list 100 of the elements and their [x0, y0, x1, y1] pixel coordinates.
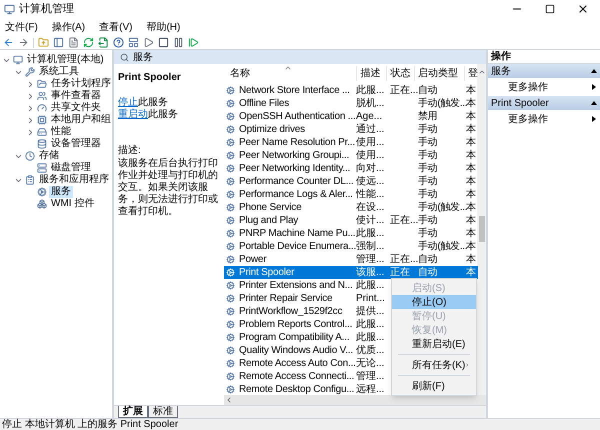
chevron-right-icon[interactable] — [26, 80, 35, 88]
window-icon[interactable] — [128, 37, 139, 48]
table-cell: 本 — [466, 267, 476, 278]
service-name-cell[interactable]: Print Spooler — [237, 266, 354, 279]
tree-item[interactable]: WMI 控件 — [49, 198, 96, 210]
chevron-right-icon[interactable] — [26, 116, 35, 124]
column-header[interactable]: 状态 — [387, 66, 416, 81]
service-name-cell[interactable]: Network Store Interface ... — [237, 84, 354, 97]
tree-item[interactable]: 磁盘管理 — [49, 162, 93, 174]
service-name-cell[interactable]: Remote Access Auto Con... — [237, 357, 354, 370]
table-cell-text: 使用... — [355, 136, 386, 149]
menu-option[interactable]: 刷新(F) — [392, 379, 476, 393]
service-action-link[interactable]: 重启动 — [118, 109, 148, 120]
table-cell-text: 使远... — [355, 175, 386, 188]
tree-item[interactable]: 任务计划程序 — [49, 78, 113, 90]
action-section-header[interactable]: 服务 — [488, 64, 600, 78]
column-header[interactable]: 登 — [465, 66, 477, 81]
tree-item[interactable]: 服务 — [49, 186, 73, 198]
view-tab[interactable]: 扩展 — [118, 406, 148, 418]
chevron-right-icon[interactable] — [26, 128, 35, 136]
column-header[interactable]: 启动类型 — [415, 66, 465, 81]
tree-item[interactable]: 设备管理器 — [49, 138, 103, 150]
service-name-cell[interactable]: Plug and Play — [237, 214, 354, 227]
service-name-cell[interactable]: Portable Device Enumera... — [237, 240, 354, 253]
forward-icon[interactable] — [18, 37, 29, 48]
caret-up-icon[interactable] — [591, 69, 597, 73]
service-name-cell[interactable]: Offline Files — [237, 97, 354, 110]
service-name-cell[interactable]: OpenSSH Authentication ... — [237, 110, 354, 123]
service-name-cell[interactable]: PrintWorkflow_1529f2cc — [237, 305, 354, 318]
help-icon[interactable] — [113, 37, 124, 48]
menu-item[interactable]: 文件(F) — [5, 20, 38, 34]
maximize-icon[interactable] — [545, 4, 555, 14]
menu-item[interactable]: 查看(V) — [99, 20, 132, 34]
tree-item[interactable]: 共享文件夹 — [49, 102, 103, 114]
tree-item[interactable]: 计算机管理(本地) — [25, 54, 106, 66]
service-name-cell[interactable]: Remote Desktop Configu... — [237, 383, 354, 396]
service-name-cell[interactable]: Remote Access Connecti... — [237, 370, 354, 383]
gear-icon — [226, 229, 235, 238]
table-cell: 本 — [466, 202, 476, 213]
scroll-thumb[interactable] — [478, 216, 484, 242]
tree-item[interactable]: 本地用户和组 — [49, 114, 113, 126]
menu-item[interactable]: 帮助(H) — [146, 20, 180, 34]
service-name-cell[interactable]: Printer Extensions and N... — [237, 279, 354, 292]
gauge-icon — [37, 103, 47, 113]
service-action-link[interactable]: 停止 — [118, 97, 138, 108]
pause-icon[interactable] — [173, 37, 184, 48]
table-cell-text: 脱机... — [355, 97, 386, 110]
service-name-cell[interactable]: Peer Networking Groupi... — [237, 149, 354, 162]
service-name-cell[interactable]: Quality Windows Audio V... — [237, 344, 354, 357]
service-name-cell[interactable]: Printer Repair Service — [237, 292, 354, 305]
gear-icon — [226, 359, 235, 368]
view-tab[interactable]: 标准 — [148, 406, 178, 418]
menu-option[interactable]: 重新启动(E) — [392, 337, 476, 351]
menu-item[interactable]: 操作(A) — [52, 20, 86, 34]
chevron-right-icon[interactable] — [26, 92, 35, 100]
table-cell: 自动 — [418, 254, 438, 265]
stop-icon[interactable] — [158, 37, 169, 48]
service-name-cell[interactable]: Phone Service — [237, 201, 354, 214]
service-name-cell[interactable]: Power — [237, 253, 354, 266]
table-cell-text: 此服... — [355, 84, 386, 97]
tree-item[interactable]: 性能 — [49, 126, 73, 138]
tree-item[interactable]: 服务和应用程序 — [37, 174, 111, 186]
action-item[interactable]: 更多操作 — [488, 78, 600, 96]
service-name-cell[interactable]: Peer Name Resolution Pr... — [237, 136, 354, 149]
scroll-up-icon[interactable] — [478, 68, 486, 76]
play-icon[interactable] — [143, 37, 154, 48]
service-title: Print Spooler — [118, 71, 182, 85]
table-cell: 手动 — [418, 137, 438, 148]
scroll-left-icon[interactable] — [225, 396, 233, 404]
drive-icon — [37, 127, 47, 137]
service-name-cell[interactable]: Performance Counter DL... — [237, 175, 354, 188]
close-icon[interactable] — [577, 3, 589, 15]
export-icon[interactable] — [98, 37, 109, 48]
service-name-cell[interactable]: Optimize drives — [237, 123, 354, 136]
chevron-right-icon[interactable] — [26, 104, 35, 112]
tree-item[interactable]: 事件查看器 — [49, 90, 103, 102]
service-name-cell[interactable]: PNRP Machine Name Pu... — [237, 227, 354, 240]
back-icon[interactable] — [3, 37, 14, 48]
refresh-icon[interactable] — [83, 37, 94, 48]
document-icon[interactable] — [68, 37, 79, 48]
menu-option[interactable]: 所有任务(K) — [392, 358, 476, 372]
action-item[interactable]: 更多操作 — [488, 110, 600, 128]
service-name-cell[interactable]: Performance Logs & Aler... — [237, 188, 354, 201]
table-cell: 手动 — [418, 189, 438, 200]
restart-icon[interactable] — [188, 37, 199, 48]
service-name-cell[interactable]: Program Compatibility A... — [237, 331, 354, 344]
panel-icon[interactable] — [53, 37, 64, 48]
column-header[interactable]: 描述 — [357, 66, 388, 81]
menu-option[interactable]: 停止(O) — [392, 295, 476, 309]
caret-up-icon[interactable] — [591, 101, 597, 105]
table-cell-text: Print... — [355, 292, 386, 305]
service-name-cell[interactable]: Problem Reports Control... — [237, 318, 354, 331]
description-text: 该服务在后台执行打印作业并处理与打印机的交互。如果关闭该服务，则无法进行打印或查看打印机。 — [118, 158, 219, 218]
vertical-scrollbar[interactable] — [477, 64, 486, 395]
tree-item[interactable]: 系统工具 — [37, 66, 81, 78]
service-name-cell[interactable]: Peer Networking Identity... — [237, 162, 354, 175]
column-header[interactable]: 名称 — [224, 66, 358, 81]
horizontal-scrollbar[interactable] — [224, 395, 486, 405]
action-section-header[interactable]: Print Spooler — [488, 96, 600, 110]
tree-item[interactable]: 存储 — [37, 150, 61, 162]
